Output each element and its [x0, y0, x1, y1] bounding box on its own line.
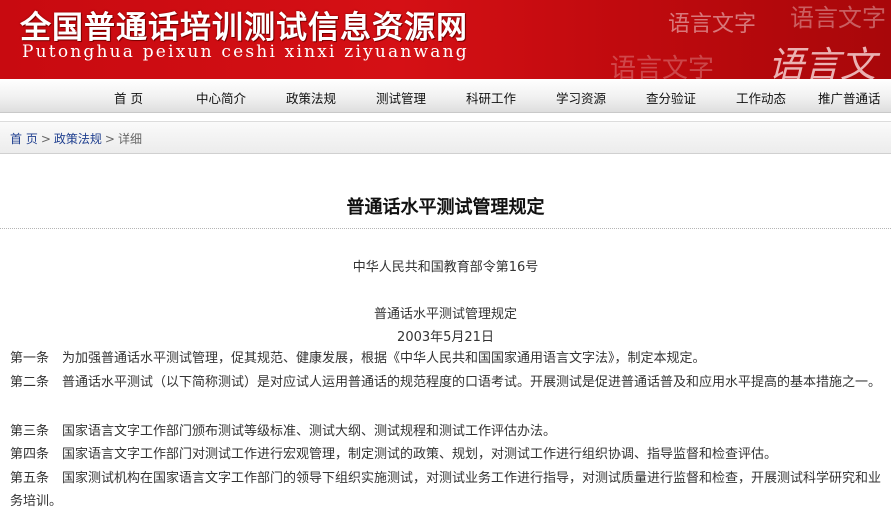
banner-decoration: 语言文字 — [610, 54, 715, 79]
banner-calligraphy: 语言文 — [768, 45, 877, 79]
article-paragraph: 第五条 国家测试机构在国家语言文字工作部门的领导下组织实施测试，对测试业务工作进… — [10, 471, 882, 509]
breadcrumb-separator: > — [104, 132, 115, 146]
breadcrumb-home-link[interactable]: 首 页 — [10, 132, 38, 146]
breadcrumb: 首 页 > 政策法规 > 详细 — [0, 121, 891, 154]
nav-item-home[interactable]: 首 页 — [114, 88, 143, 107]
breadcrumb-current: 详细 — [117, 132, 142, 146]
main-nav: 首 页 中心简介 政策法规 测试管理 科研工作 学习资源 查分验证 工作动态 推… — [0, 79, 891, 113]
site-title: 全国普通话培训测试信息资源网 — [20, 10, 468, 46]
document-subtitle: 普通话水平测试管理规定 — [373, 307, 517, 322]
site-banner: 语言文字 语言文字 语言文字 语言文 全国普通话培训测试信息资源网 Putong… — [0, 0, 891, 79]
breadcrumb-policy-link[interactable]: 政策法规 — [54, 132, 102, 146]
site-title-pinyin: Putonghua peixun ceshi xinxi ziyuanwang — [22, 42, 469, 62]
nav-item-promote-putonghua[interactable]: 推广普通话 — [818, 88, 881, 107]
article-title: 普通话水平测试管理规定 — [346, 197, 545, 218]
breadcrumb-separator: > — [40, 132, 51, 146]
nav-item-about[interactable]: 中心简介 — [196, 88, 246, 107]
nav-item-policy[interactable]: 政策法规 — [286, 88, 336, 107]
nav-item-learning-resources[interactable]: 学习资源 — [556, 88, 606, 107]
title-divider — [0, 228, 891, 229]
document-date: 2003年5月21日 — [397, 330, 494, 345]
nav-item-news[interactable]: 工作动态 — [736, 88, 786, 107]
nav-item-test-management[interactable]: 测试管理 — [376, 88, 426, 107]
article-paragraph: 第二条 普通话水平测试（以下简称测试）是对应试人运用普通话的规范程度的口语考试。… — [10, 375, 882, 390]
banner-decoration: 语言文字 — [668, 12, 757, 37]
banner-decoration: 语言文字 — [790, 4, 886, 32]
decree-number: 中华人民共和国教育部令第16号 — [352, 260, 539, 275]
nav-item-research[interactable]: 科研工作 — [466, 88, 516, 107]
article-paragraph: 第三条 国家语言文字工作部门颁布测试等级标准、测试大纲、测试规程和测试工作评估办… — [10, 424, 557, 439]
article-paragraph: 第一条 为加强普通话水平测试管理，促其规范、健康发展，根据《中华人民共和国国家通… — [10, 351, 706, 366]
article-paragraph: 第四条 国家语言文字工作部门对测试工作进行宏观管理，制定测试的政策、规划，对测试… — [10, 447, 778, 462]
nav-item-score-check[interactable]: 查分验证 — [646, 88, 696, 107]
